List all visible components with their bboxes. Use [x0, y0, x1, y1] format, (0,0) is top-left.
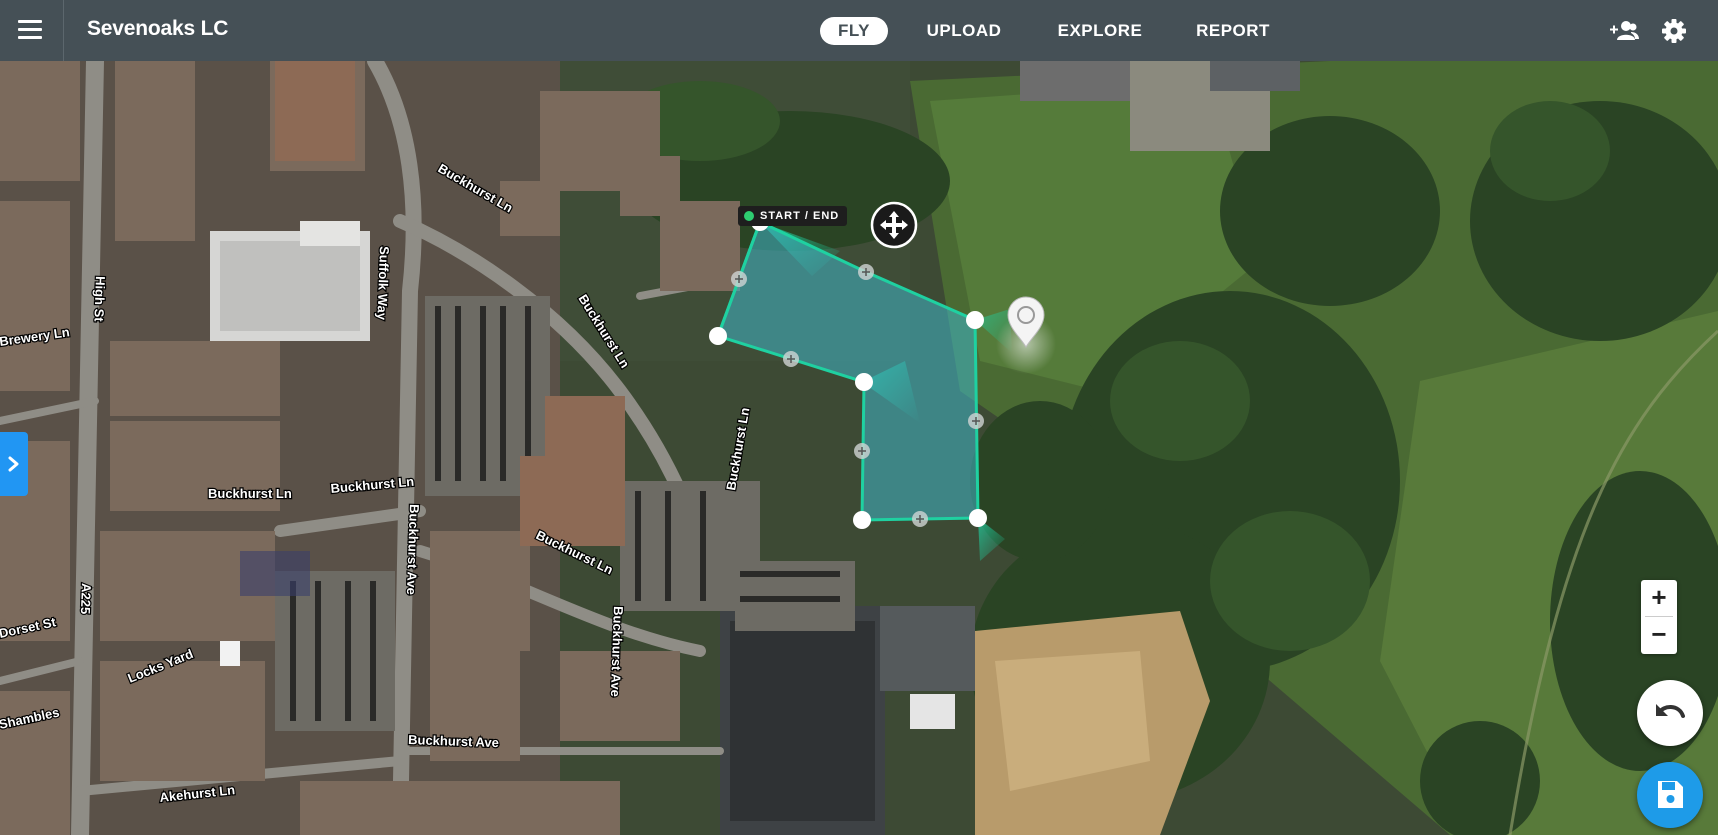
zoom-in-button[interactable]: + — [1641, 580, 1677, 616]
street-label-a225: A225 — [78, 583, 94, 615]
side-panel-toggle-button[interactable] — [0, 432, 28, 496]
street-label-buckhurst-ave: Buckhurst Ave — [608, 606, 626, 697]
tab-fly[interactable]: FLY — [820, 17, 888, 45]
chevron-right-icon — [8, 456, 19, 472]
header-divider — [63, 0, 64, 61]
tab-explore[interactable]: EXPLORE — [1050, 17, 1150, 45]
tab-upload[interactable]: UPLOAD — [916, 17, 1012, 45]
street-label-buckhurst-ave: Buckhurst Ave — [404, 504, 422, 595]
top-navigation-bar: Sevenoaks LC FLY UPLOAD EXPLORE REPORT — [0, 0, 1718, 61]
gear-icon[interactable] — [1659, 16, 1689, 46]
tab-report[interactable]: REPORT — [1188, 17, 1278, 45]
zoom-controls: + − — [1641, 580, 1677, 654]
start-end-marker: START / END — [738, 206, 848, 226]
zoom-out-button[interactable]: − — [1641, 617, 1677, 653]
users-icon[interactable] — [1609, 16, 1639, 46]
start-end-label: START / END — [760, 210, 840, 222]
street-label-buckhurst-ln: Buckhurst Ln — [208, 486, 292, 501]
street-label-buckhurst-ave: Buckhurst Ave — [408, 732, 499, 750]
move-arrows-icon[interactable] — [870, 201, 918, 249]
street-label-high-st: High St — [91, 276, 108, 323]
satellite-map[interactable]: High St Suffolk Way Buckhurst Ln Buckhur… — [0, 61, 1718, 835]
street-label-suffolk-way: Suffolk Way — [374, 246, 392, 321]
site-title: Sevenoaks LC — [87, 17, 229, 40]
floppy-disk-save-icon — [1658, 781, 1683, 808]
save-button[interactable] — [1637, 762, 1703, 828]
undo-icon — [1656, 704, 1685, 718]
hamburger-menu-icon[interactable] — [16, 16, 44, 44]
start-end-dot-icon — [744, 211, 754, 221]
undo-button[interactable] — [1637, 680, 1703, 746]
